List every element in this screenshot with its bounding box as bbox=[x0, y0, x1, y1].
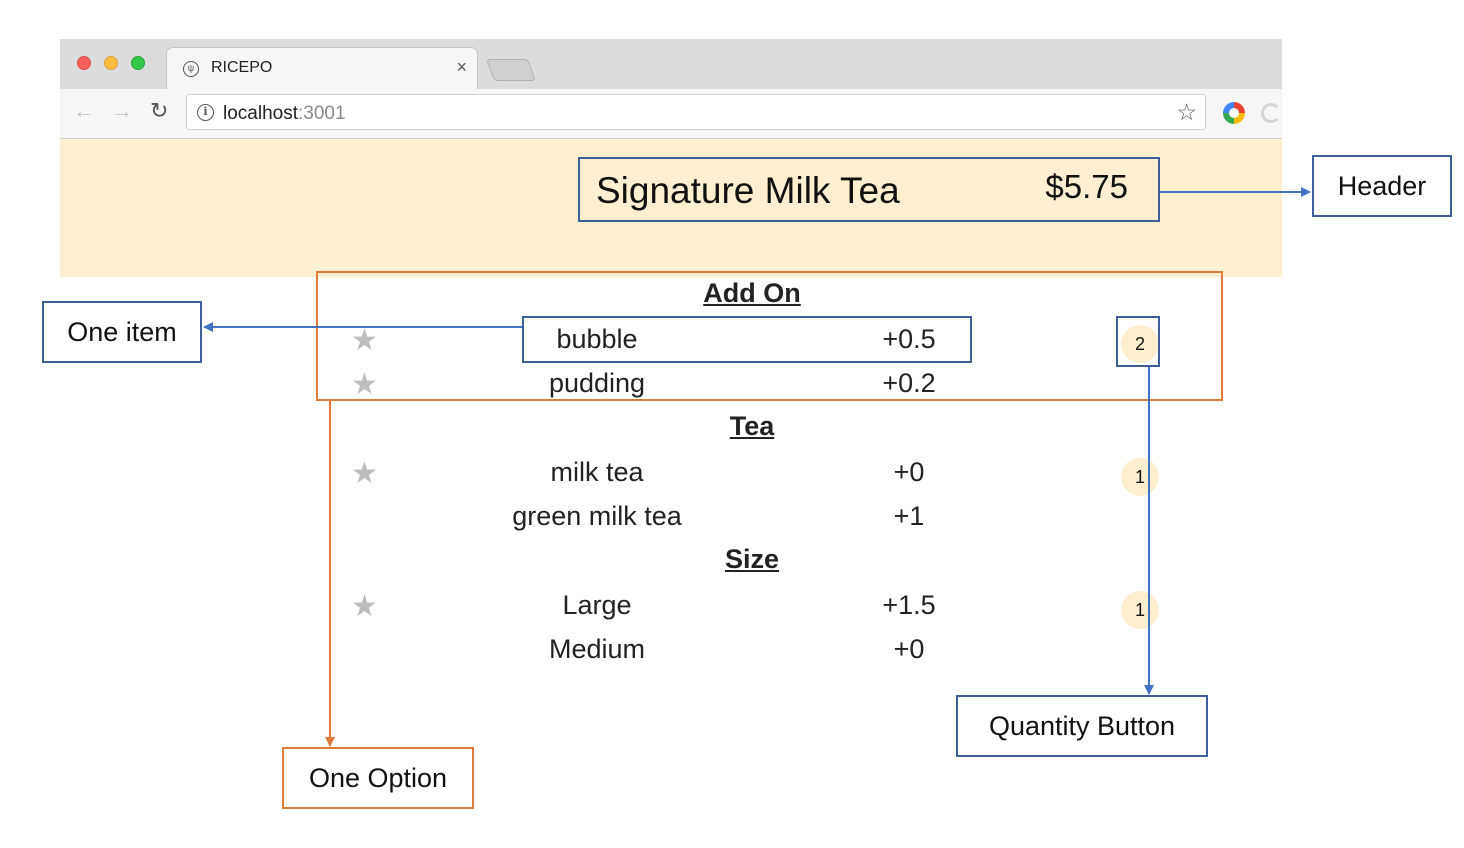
one-item-callout: One item bbox=[42, 301, 202, 363]
quantity-button-callout: Quantity Button bbox=[956, 695, 1208, 757]
annotation-arrows bbox=[203, 187, 1311, 747]
one-option-callout: One Option bbox=[282, 747, 474, 809]
header-callout: Header bbox=[1312, 155, 1452, 217]
